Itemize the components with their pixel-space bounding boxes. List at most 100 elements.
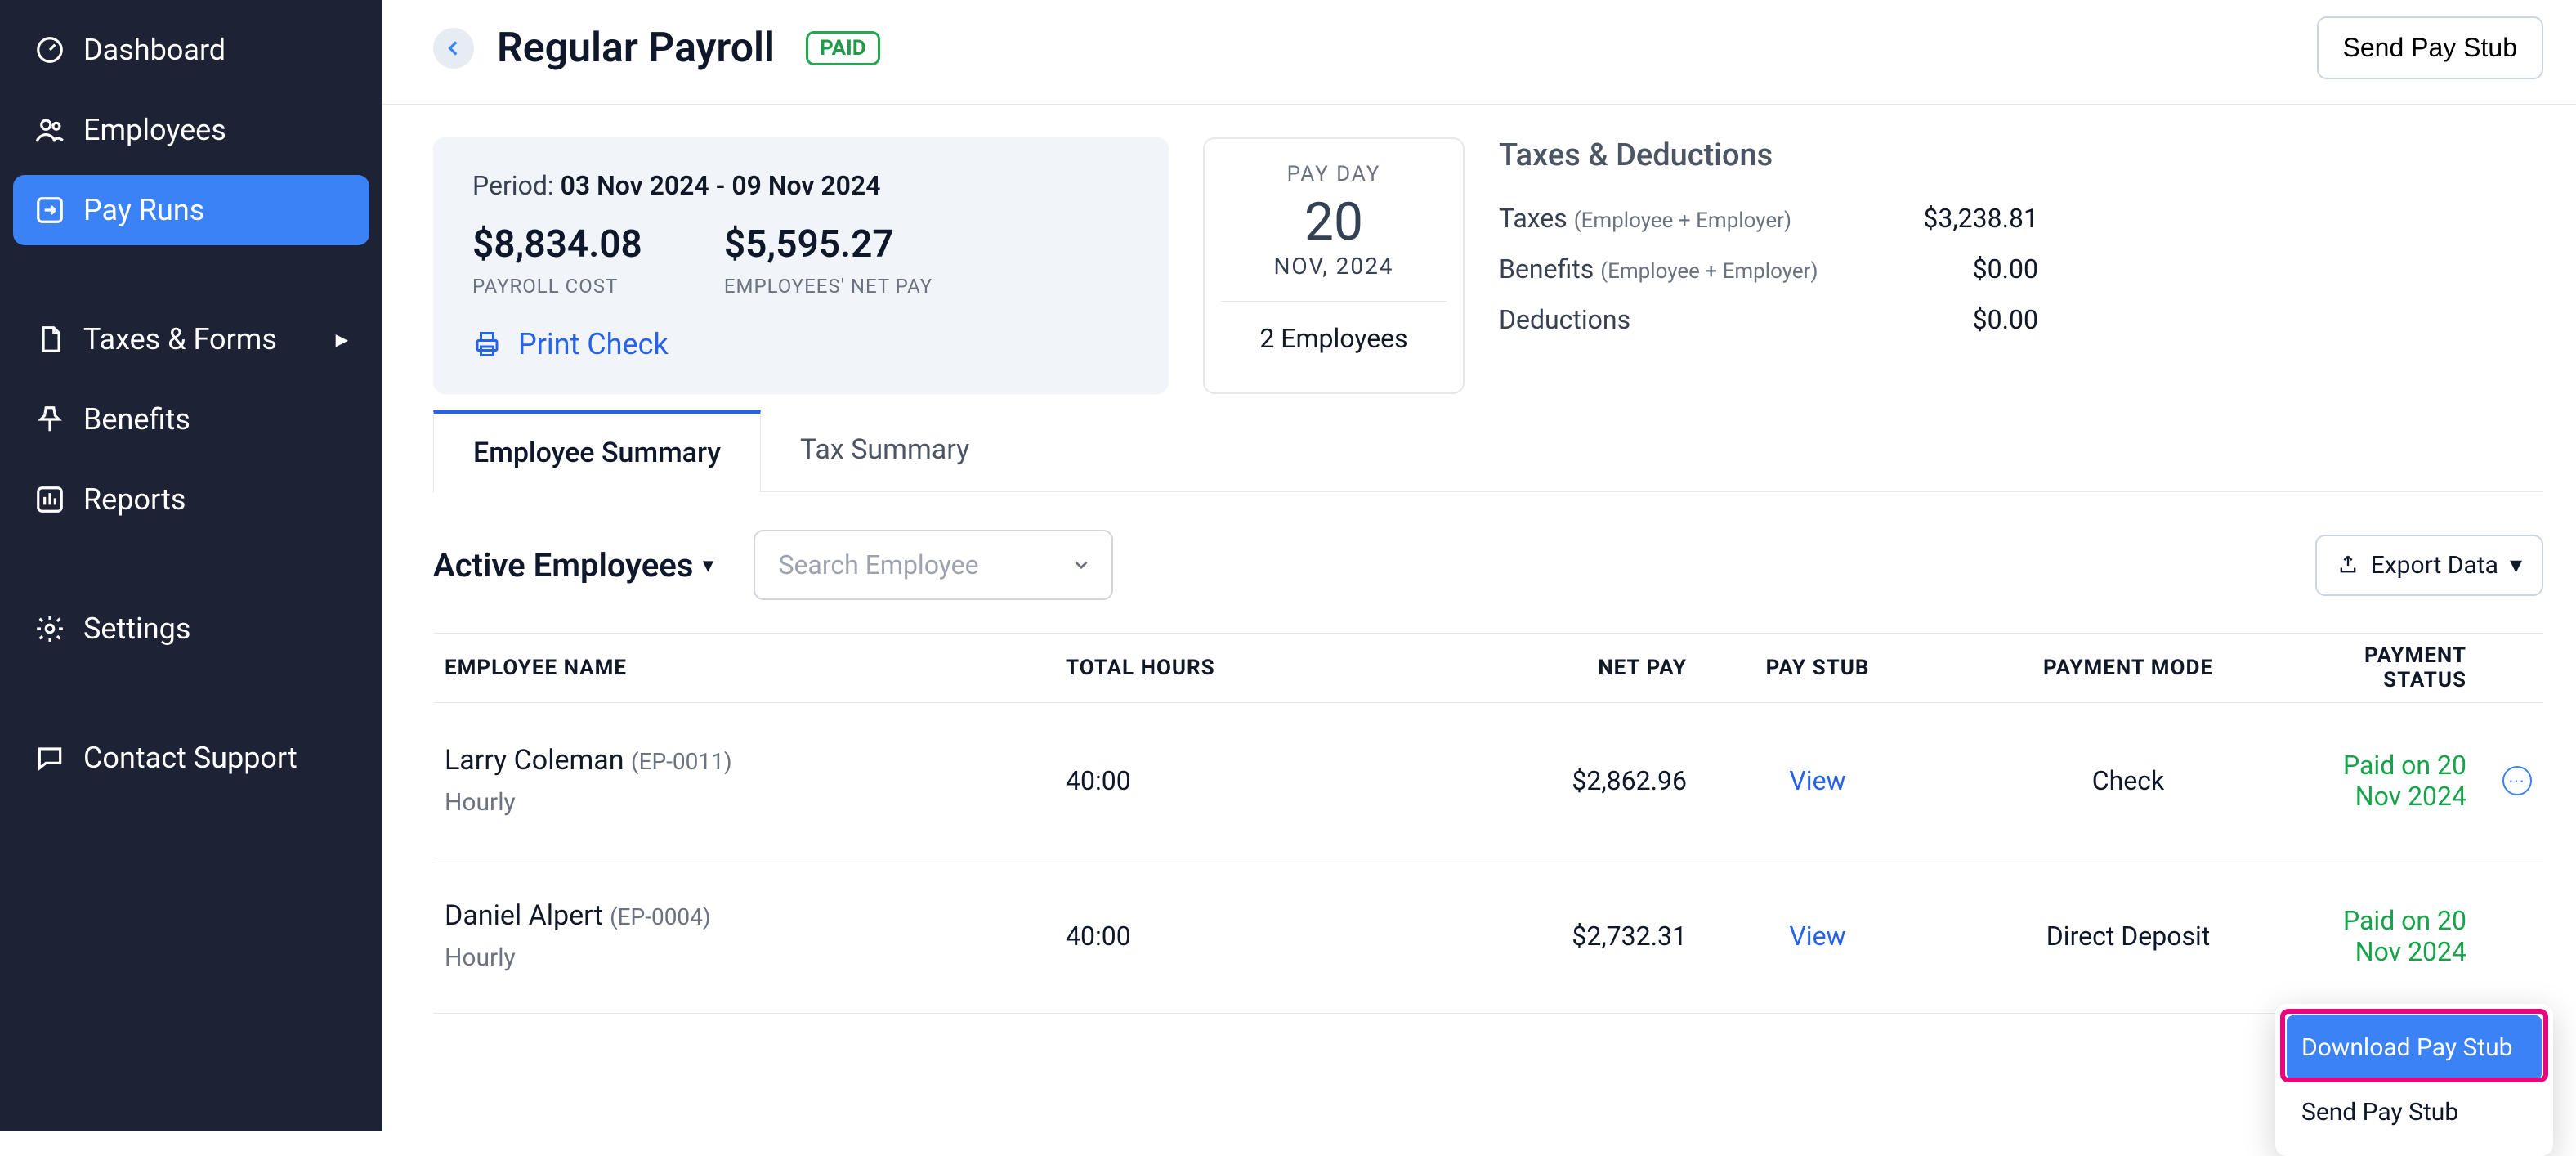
- payroll-cost-amount: $8,834.08: [472, 222, 642, 267]
- th-total-hours: TOTAL HOURS: [1066, 656, 1376, 680]
- employee-type: Hourly: [445, 788, 1066, 817]
- payment-mode: Check: [1948, 765, 2308, 796]
- caret-down-icon: ▾: [703, 553, 713, 576]
- total-hours: 40:00: [1066, 921, 1376, 952]
- print-check-label: Print Check: [518, 327, 669, 361]
- tax-row-paren: (Employee + Employer): [1600, 259, 1818, 284]
- net-pay-metric: $5,595.27 EMPLOYEES' NET PAY: [724, 222, 932, 298]
- sidebar-item-benefits[interactable]: Benefits: [13, 384, 369, 455]
- caret-down-icon: ▾: [2510, 551, 2522, 580]
- upload-icon: [2337, 553, 2359, 576]
- users-icon: [34, 114, 65, 146]
- net-pay-amount: $5,595.27: [724, 222, 932, 267]
- payday-card: PAY DAY 20 NOV, 2024 2 Employees: [1203, 137, 1465, 394]
- employee-table: EMPLOYEE NAME TOTAL HOURS NET PAY PAY ST…: [433, 633, 2543, 1014]
- period-card: Period: 03 Nov 2024 - 09 Nov 2024 $8,834…: [433, 137, 1169, 394]
- payment-status: Paid on 20 Nov 2024: [2308, 750, 2466, 812]
- net-pay: $2,862.96: [1376, 765, 1687, 796]
- payday-day: 20: [1221, 191, 1447, 253]
- tax-row-name: Benefits: [1499, 253, 1594, 285]
- topbar: Regular Payroll PAID Send Pay Stub: [382, 0, 2576, 105]
- employee-name: Larry Coleman (EP-0011): [445, 744, 1066, 777]
- gear-icon: [34, 613, 65, 644]
- pay-stub-view-link[interactable]: View: [1687, 921, 1948, 952]
- tax-row-value: $0.00: [1973, 304, 2038, 335]
- tax-row-value: $3,238.81: [1923, 203, 2038, 234]
- net-pay-label: EMPLOYEES' NET PAY: [724, 275, 932, 298]
- period-label: Period: 03 Nov 2024 - 09 Nov 2024: [472, 170, 1129, 201]
- sidebar-item-label: Pay Runs: [83, 193, 204, 227]
- more-actions-button[interactable]: ⋯: [2502, 766, 2532, 795]
- chart-icon: [34, 484, 65, 515]
- pay-stub-view-link[interactable]: View: [1687, 765, 1948, 796]
- search-placeholder: Search Employee: [778, 549, 978, 580]
- tabs: Employee Summary Tax Summary: [433, 410, 2543, 492]
- taxes-deductions-card: Taxes & Deductions Taxes (Employee + Emp…: [1499, 137, 2038, 394]
- dropdown-label-text: Active Employees: [433, 546, 693, 585]
- tax-row-name: Deductions: [1499, 304, 1630, 335]
- main-content: Regular Payroll PAID Send Pay Stub Perio…: [382, 0, 2576, 1131]
- payday-month: NOV, 2024: [1221, 253, 1447, 302]
- sidebar-item-label: Reports: [83, 482, 186, 517]
- send-pay-stub-button[interactable]: Send Pay Stub: [2317, 16, 2543, 79]
- employee-name-text: Daniel Alpert: [445, 899, 603, 932]
- benefits-row: Benefits (Employee + Employer) $0.00: [1499, 244, 2038, 294]
- arrow-square-icon: [34, 195, 65, 226]
- download-pay-stub-item[interactable]: Download Pay Stub: [2287, 1015, 2542, 1080]
- sidebar-item-reports[interactable]: Reports: [13, 464, 369, 535]
- row-actions-menu: Download Pay Stub Send Pay Stub: [2275, 1004, 2553, 1156]
- period-range: 03 Nov 2024 - 09 Nov 2024: [561, 170, 881, 201]
- th-employee-name: EMPLOYEE NAME: [445, 656, 1066, 680]
- tax-row-paren: (Employee + Employer): [1574, 208, 1791, 233]
- back-button[interactable]: [433, 28, 474, 69]
- printer-icon: [472, 329, 502, 359]
- payday-label: PAY DAY: [1221, 162, 1447, 186]
- payment-status: Paid on 20 Nov 2024: [2308, 905, 2466, 967]
- tax-row-name: Taxes: [1499, 203, 1568, 234]
- sidebar-item-label: Dashboard: [83, 33, 226, 67]
- chevron-right-icon: ▶: [336, 329, 348, 349]
- sidebar-item-pay-runs[interactable]: Pay Runs: [13, 175, 369, 245]
- print-check-link[interactable]: Print Check: [472, 327, 1129, 361]
- taxes-row: Taxes (Employee + Employer) $3,238.81: [1499, 193, 2038, 244]
- payday-employees: 2 Employees: [1221, 323, 1447, 354]
- payroll-cost-label: PAYROLL COST: [472, 275, 642, 298]
- sidebar-item-employees[interactable]: Employees: [13, 95, 369, 165]
- net-pay: $2,732.31: [1376, 921, 1687, 952]
- payment-mode: Direct Deposit: [1948, 921, 2308, 952]
- document-icon: [34, 324, 65, 355]
- th-net-pay: NET PAY: [1376, 656, 1687, 680]
- th-payment-mode: PAYMENT MODE: [1948, 656, 2308, 680]
- sidebar-item-taxes-forms[interactable]: Taxes & Forms ▶: [13, 304, 369, 374]
- period-prefix: Period:: [472, 170, 561, 201]
- tax-row-value: $0.00: [1973, 253, 2038, 285]
- th-pay-stub: PAY STUB: [1687, 656, 1948, 680]
- employee-name: Daniel Alpert (EP-0004): [445, 899, 1066, 932]
- employee-id: (EP-0004): [610, 903, 711, 930]
- employee-search-input[interactable]: Search Employee: [754, 530, 1113, 600]
- sidebar-item-contact-support[interactable]: Contact Support: [13, 723, 369, 793]
- table-row: Larry Coleman (EP-0011) Hourly 40:00 $2,…: [433, 703, 2543, 858]
- sidebar-item-label: Contact Support: [83, 741, 297, 775]
- chat-icon: [34, 742, 65, 773]
- send-pay-stub-item[interactable]: Send Pay Stub: [2287, 1080, 2542, 1145]
- table-row: Daniel Alpert (EP-0004) Hourly 40:00 $2,…: [433, 858, 2543, 1014]
- tab-employee-summary[interactable]: Employee Summary: [433, 410, 761, 492]
- employee-id: (EP-0011): [631, 748, 732, 775]
- active-employees-dropdown[interactable]: Active Employees ▾: [433, 546, 713, 585]
- sidebar-item-settings[interactable]: Settings: [13, 594, 369, 664]
- sidebar-item-label: Benefits: [83, 402, 190, 437]
- chevron-down-icon: [1071, 554, 1092, 576]
- sidebar-item-dashboard[interactable]: Dashboard: [13, 15, 369, 85]
- gauge-icon: [34, 34, 65, 65]
- sidebar-item-label: Employees: [83, 113, 226, 147]
- tab-tax-summary[interactable]: Tax Summary: [761, 410, 1008, 491]
- table-header: EMPLOYEE NAME TOTAL HOURS NET PAY PAY ST…: [433, 633, 2543, 703]
- export-data-label: Export Data: [2371, 551, 2498, 580]
- sidebar-item-label: Taxes & Forms: [83, 322, 277, 356]
- th-payment-status: PAYMENT STATUS: [2308, 643, 2466, 692]
- deductions-row: Deductions $0.00: [1499, 294, 2038, 345]
- total-hours: 40:00: [1066, 765, 1376, 796]
- employee-type: Hourly: [445, 943, 1066, 972]
- export-data-button[interactable]: Export Data ▾: [2315, 535, 2543, 596]
